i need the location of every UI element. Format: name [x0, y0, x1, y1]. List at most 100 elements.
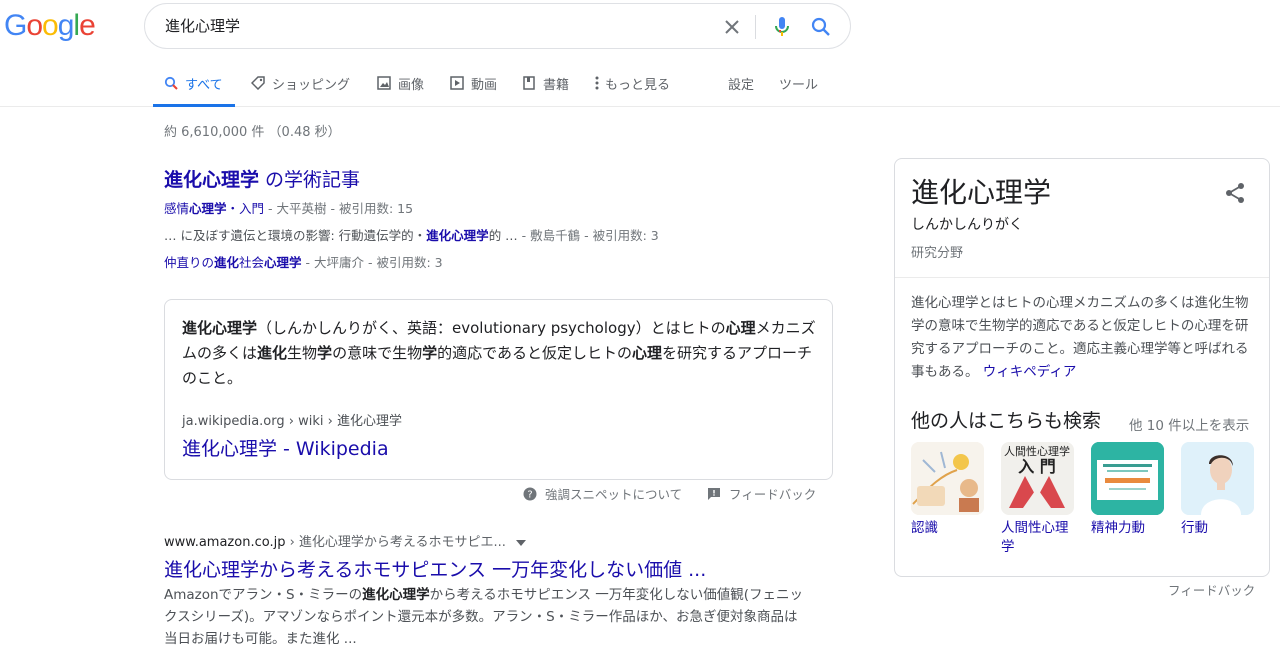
scholar-link-text: 社会 [239, 255, 265, 270]
share-icon[interactable] [1223, 181, 1247, 205]
scholar-bold: 進化心理学 [426, 228, 489, 243]
scholar-title-link[interactable]: 進化心理学 の学術記事 [164, 165, 360, 192]
google-logo[interactable]: Google [4, 9, 96, 43]
desc-bold: 進化心理学 [362, 587, 430, 603]
result-cite: www.amazon.co.jp › 進化心理学から考えるホモサピエ... [164, 531, 527, 550]
feedback-label: フィードバック [729, 487, 817, 502]
tab-label: 画像 [398, 78, 425, 93]
tab-books[interactable]: 書籍 [521, 74, 569, 107]
result-stats: 約 6,610,000 件 （0.48 秒） [164, 125, 341, 140]
search-icon[interactable] [810, 16, 832, 38]
settings-link[interactable]: 設定 [728, 74, 754, 107]
kp-related-item[interactable]: 行動 [1181, 442, 1257, 538]
scholar-prefix: … に及ぼす遺伝と環境の影響: 行動遺伝学的・ [164, 228, 427, 243]
scholar-title-bold: 進化心理学 [164, 169, 260, 191]
scholar-link-bold: 進化 [214, 255, 240, 270]
kp-related-item[interactable]: 精神力動 [1091, 442, 1167, 538]
logo-letter: e [79, 9, 96, 42]
thumb-title-line2: 入 門 [1018, 457, 1056, 476]
snippet-title-link[interactable]: 進化心理学 - Wikipedia [182, 434, 389, 461]
scholar-link-bold: 心理学 [264, 255, 302, 270]
logo-letter: g [57, 9, 75, 42]
scholar-link-text: 仲直りの [164, 255, 215, 270]
logo-letter: o [26, 9, 43, 42]
video-icon [449, 75, 465, 91]
search-tabs: すべて ショッピング 画像 動画 書籍 もっと見る 設定 ツール [0, 66, 1280, 107]
snippet-span: の意味で生物 [332, 344, 423, 362]
wikipedia-link[interactable]: ウィキペディア [983, 364, 1077, 380]
search-box [144, 3, 851, 49]
result-domain: www.amazon.co.jp [164, 535, 286, 550]
snippet-bold: 学 [317, 344, 333, 362]
kp-related-item[interactable]: 認識 [911, 442, 987, 538]
scholar-row: 感情心理学・入門 - 大平英樹 - 被引用数: 15 [164, 198, 413, 217]
image-icon [376, 75, 392, 91]
snippet-bold: 進化心理学 [182, 319, 258, 337]
about-snippets-label: 強調スニペットについて [545, 487, 683, 502]
tab-more[interactable]: もっと見る [593, 74, 670, 107]
scholar-row: 仲直りの進化社会心理学 - 大坪庸介 - 被引用数: 3 [164, 252, 443, 271]
snippet-text: 進化心理学（しんかしんりがく、英語：evolutionary psycholog… [182, 316, 822, 391]
chevron-down-icon[interactable] [516, 535, 527, 550]
snippet-feedback-link[interactable]: フィードバック [707, 484, 816, 503]
snippet-cite: ja.wikipedia.org › wiki › 進化心理学 [182, 414, 402, 429]
snippet-bold: 心理 [725, 319, 756, 337]
help-icon: ? [523, 487, 537, 501]
thumb-cognition [911, 442, 984, 515]
result-title-link[interactable]: 進化心理学から考えるホモサピエンス 一万年変化しない価値 ... [164, 555, 706, 582]
kp-item-label: 人間性心理学 [1001, 520, 1069, 555]
tab-videos[interactable]: 動画 [449, 74, 497, 107]
kp-item-label: 精神力動 [1091, 520, 1145, 536]
snippet-span: 的適応であると仮定しヒトの [437, 344, 632, 362]
kp-reading: しんかしんりがく [911, 217, 1023, 233]
kp-subtitle: 研究分野 [911, 246, 964, 261]
scholar-meta: - 大坪庸介 - 被引用数: 3 [301, 255, 443, 270]
kp-also-title: 他の人はこちらも検索 [911, 410, 1102, 432]
tab-shopping[interactable]: ショッピング [250, 74, 350, 107]
scholar-row: … に及ぼす遺伝と環境の影響: 行動遺伝学的・進化心理学的 … - 敷島千鶴 -… [164, 225, 659, 244]
kp-related-item[interactable]: 人間性心理学 入 門 人間性心理学 [1001, 442, 1077, 557]
about-snippets-link[interactable]: ? 強調スニペットについて [523, 484, 682, 503]
thumb-title-line1: 人間性心理学 [1004, 444, 1070, 458]
feedback-icon [707, 487, 721, 501]
svg-text:?: ? [527, 489, 532, 500]
snippet-bold: 進化 [257, 344, 288, 362]
scholar-link-text: 感情 [164, 201, 190, 216]
scholar-suffix: 的 … [488, 228, 518, 243]
scholar-link-text: ・入門 [226, 201, 265, 216]
snippet-span: （しんかしんりがく、英語：evolutionary psychology）とはヒ… [257, 319, 726, 337]
scholar-meta: - 敷島千鶴 - 被引用数: 3 [517, 228, 659, 243]
kp-more-link[interactable]: 他 10 件以上を表示 [1129, 414, 1249, 434]
tab-all[interactable]: すべて [153, 74, 235, 107]
kp-item-label: 認識 [911, 520, 938, 536]
tools-link[interactable]: ツール [779, 74, 818, 107]
snippet-span: 生物 [287, 344, 318, 362]
book-icon [521, 75, 537, 91]
search-icon [163, 75, 179, 91]
thumb-humanistic-psychology: 人間性心理学 入 門 [1001, 442, 1074, 515]
kp-desc-text: 進化心理学とはヒトの心理メカニズムの多くは進化生物学の意味で生物学的適応であると… [911, 295, 1249, 380]
kp-feedback-link[interactable]: フィードバック [1168, 580, 1255, 599]
close-icon[interactable] [721, 16, 743, 38]
tab-label: すべて [185, 78, 223, 93]
snippet-bold: 学 [422, 344, 438, 362]
scholar-title-rest: の学術記事 [259, 169, 361, 191]
result-description: Amazonでアラン・S・ミラーの進化心理学から考えるホモサピエンス 一万年変化… [164, 584, 804, 650]
logo-letter: G [4, 9, 27, 42]
tab-images[interactable]: 画像 [376, 74, 424, 107]
featured-snippet: 進化心理学（しんかしんりがく、英語：evolutionary psycholog… [164, 299, 833, 480]
more-vert-icon [593, 75, 601, 91]
search-input[interactable] [165, 17, 685, 34]
scholar-article-link[interactable]: 感情心理学・入門 [164, 201, 264, 216]
mic-icon[interactable] [771, 16, 793, 38]
thumb-behavior [1181, 442, 1254, 515]
snippet-bold: 心理 [631, 344, 662, 362]
tab-label: 書籍 [543, 78, 570, 93]
search-divider [755, 15, 756, 39]
knowledge-panel: 進化心理学 しんかしんりがく 研究分野 進化心理学とはヒトの心理メカニズムの多く… [894, 158, 1270, 577]
scholar-article-link[interactable]: 仲直りの進化社会心理学 [164, 255, 302, 270]
result-path: › 進化心理学から考えるホモサピエ... [285, 535, 506, 550]
tag-icon [250, 75, 266, 91]
scholar-link-bold: 心理学 [189, 201, 227, 216]
kp-item-label: 行動 [1181, 520, 1208, 536]
